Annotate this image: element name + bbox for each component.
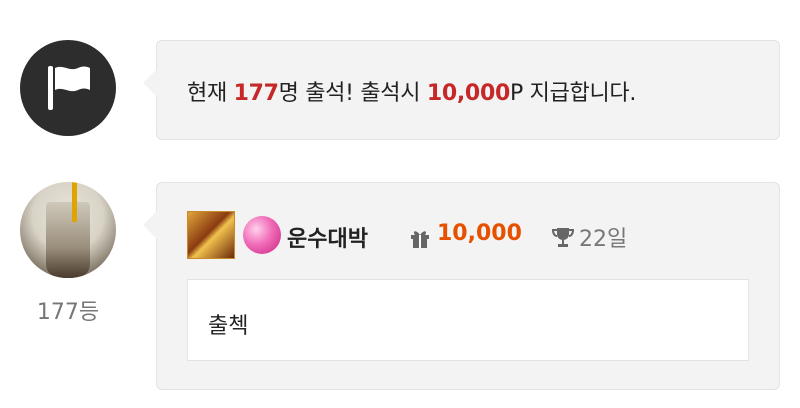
trophy-icon — [551, 228, 575, 247]
gift-icon — [411, 231, 429, 248]
rank-label: 177등 — [36, 300, 100, 325]
user-avatar[interactable] — [20, 182, 116, 278]
flag-icon — [48, 66, 90, 110]
notice-avatar — [20, 40, 116, 136]
points-value: 10,000 — [437, 221, 522, 246]
attendance-entry: 운수대박 10,000 22일 출첵 — [143, 182, 780, 390]
avatar-photo — [46, 202, 90, 278]
reward-points: 10,000 — [426, 81, 510, 106]
comment-text: 출첵 — [208, 314, 249, 339]
attendance-count: 177 — [233, 81, 279, 106]
attendance-notice: 현재 177명 출석! 출석시 10,000P 지급합니다. — [187, 81, 637, 106]
comment-box: 출첵 — [187, 279, 749, 361]
username[interactable]: 운수대박 — [287, 221, 368, 253]
attendance-days: 22일 — [579, 227, 628, 252]
candy-badge-icon — [243, 216, 281, 254]
level-badge-icon — [187, 211, 235, 259]
notice-bubble: 현재 177명 출석! 출석시 10,000P 지급합니다. — [143, 40, 780, 140]
